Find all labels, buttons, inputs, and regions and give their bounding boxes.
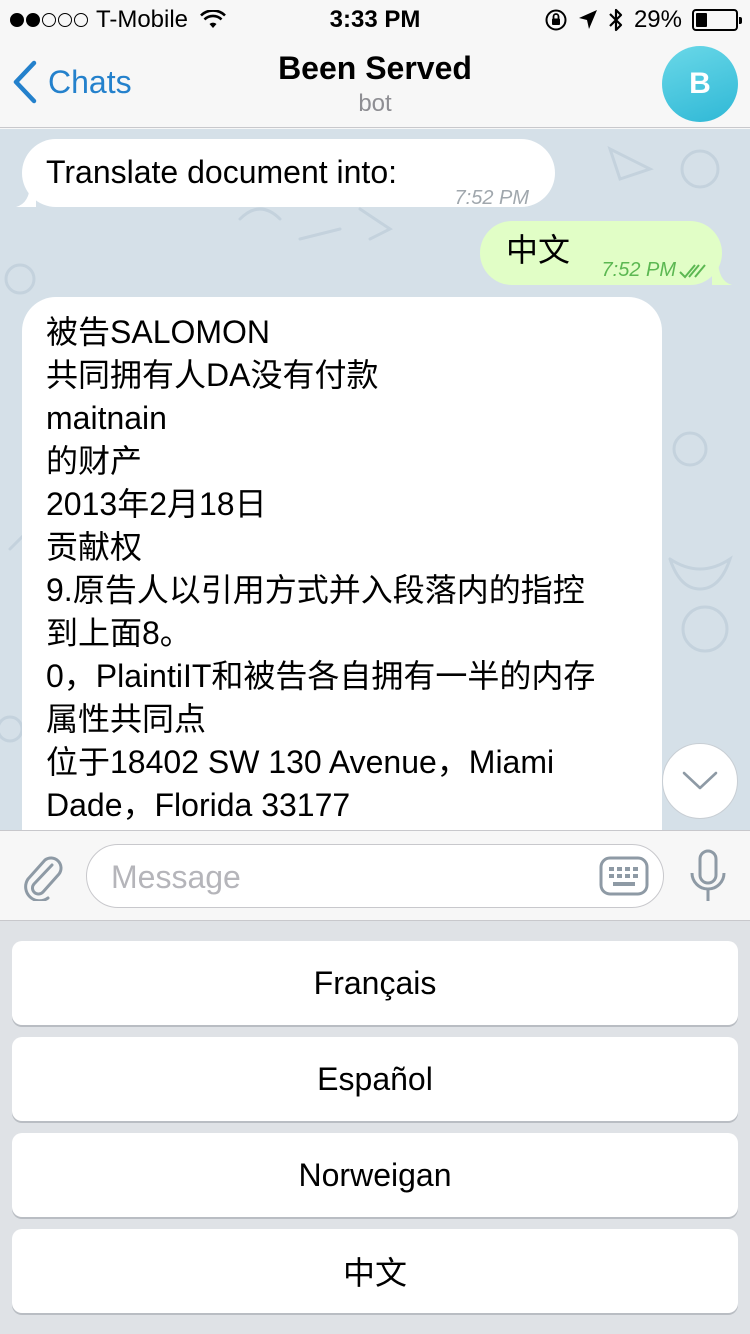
carrier-name: T-Mobile: [96, 6, 189, 33]
battery-fill: [696, 13, 708, 27]
chat-header: Chats Been Served bot B: [0, 40, 750, 128]
message-meta: 7:52 PM: [602, 249, 708, 292]
keyboard-button-french[interactable]: Français: [12, 941, 738, 1025]
message-line: 的财产: [46, 443, 143, 479]
message-line: 贡献权: [46, 529, 143, 565]
signal-strength-icon: [10, 13, 88, 27]
microphone-icon[interactable]: [688, 849, 728, 905]
message-text: 中文: [506, 232, 571, 268]
bubble-tail-outgoing: [712, 259, 732, 285]
message-line: 共同拥有人DA没有付款: [46, 357, 379, 393]
location-arrow-icon: [578, 10, 597, 29]
message-line: 9.原告人以引用方式并入段落内的指控: [46, 572, 585, 608]
wifi-icon: [200, 10, 226, 28]
bubble-tail-incoming: [16, 183, 36, 207]
message-line: maitnain: [46, 400, 167, 436]
avatar-letter: B: [689, 67, 711, 100]
chevron-left-icon: [13, 60, 37, 104]
message-input-bar: [0, 830, 750, 920]
message-line: 被告SALOMON: [46, 314, 271, 350]
bluetooth-icon: [609, 8, 623, 32]
keyboard-button-spanish[interactable]: Español: [12, 1037, 738, 1121]
battery-icon: [692, 9, 742, 31]
status-bar: T-Mobile 3:33 PM 29%: [0, 0, 750, 40]
keyboard-button-norwegian[interactable]: Norweigan: [12, 1133, 738, 1217]
message-text: Translate document into:: [46, 154, 397, 190]
message-input[interactable]: [111, 855, 591, 899]
message-line: 到上面8。: [46, 615, 192, 651]
message-line: 属性共同点: [46, 701, 207, 737]
message-line: 0，PlaintiIT和被告各自拥有一半的内存: [46, 658, 596, 694]
back-button[interactable]: Chats: [12, 60, 132, 104]
bot-keyboard: Français Español Norweigan 中文: [0, 920, 750, 1334]
battery-percent: 29%: [633, 6, 682, 33]
message-field: [86, 844, 664, 908]
orientation-lock-icon: [545, 9, 567, 31]
message-line: 2013年2月18日: [46, 486, 267, 522]
message-line: 位于18402 SW 130 Avenue，Miami: [46, 744, 555, 780]
message-bubble-incoming[interactable]: Translate document into: 7:52 PM: [22, 139, 555, 209]
chevron-down-icon: [682, 771, 718, 790]
double-check-icon: [679, 263, 706, 278]
message-line: Dade，Florida 33177: [46, 787, 351, 823]
status-right: 29%: [544, 6, 742, 34]
message-time: 7:52 PM: [601, 259, 676, 281]
message-bubble-outgoing[interactable]: 中文 7:52 PM: [480, 221, 722, 285]
message-list[interactable]: Translate document into: 7:52 PM 中文 7:52…: [0, 129, 750, 830]
status-left: T-Mobile: [10, 6, 226, 34]
back-label: Chats: [48, 63, 132, 100]
keyboard-button-chinese[interactable]: 中文: [12, 1229, 738, 1313]
avatar[interactable]: B: [662, 46, 738, 122]
keyboard-icon[interactable]: [599, 855, 649, 897]
scroll-to-bottom-button[interactable]: [662, 743, 738, 819]
paperclip-icon[interactable]: [20, 851, 66, 901]
message-bubble-translation[interactable]: 被告SALOMON 共同拥有人DA没有付款 maitnain 的财产 2013年2月18…: [22, 297, 662, 830]
message-time: 7:52 PM: [454, 187, 529, 209]
